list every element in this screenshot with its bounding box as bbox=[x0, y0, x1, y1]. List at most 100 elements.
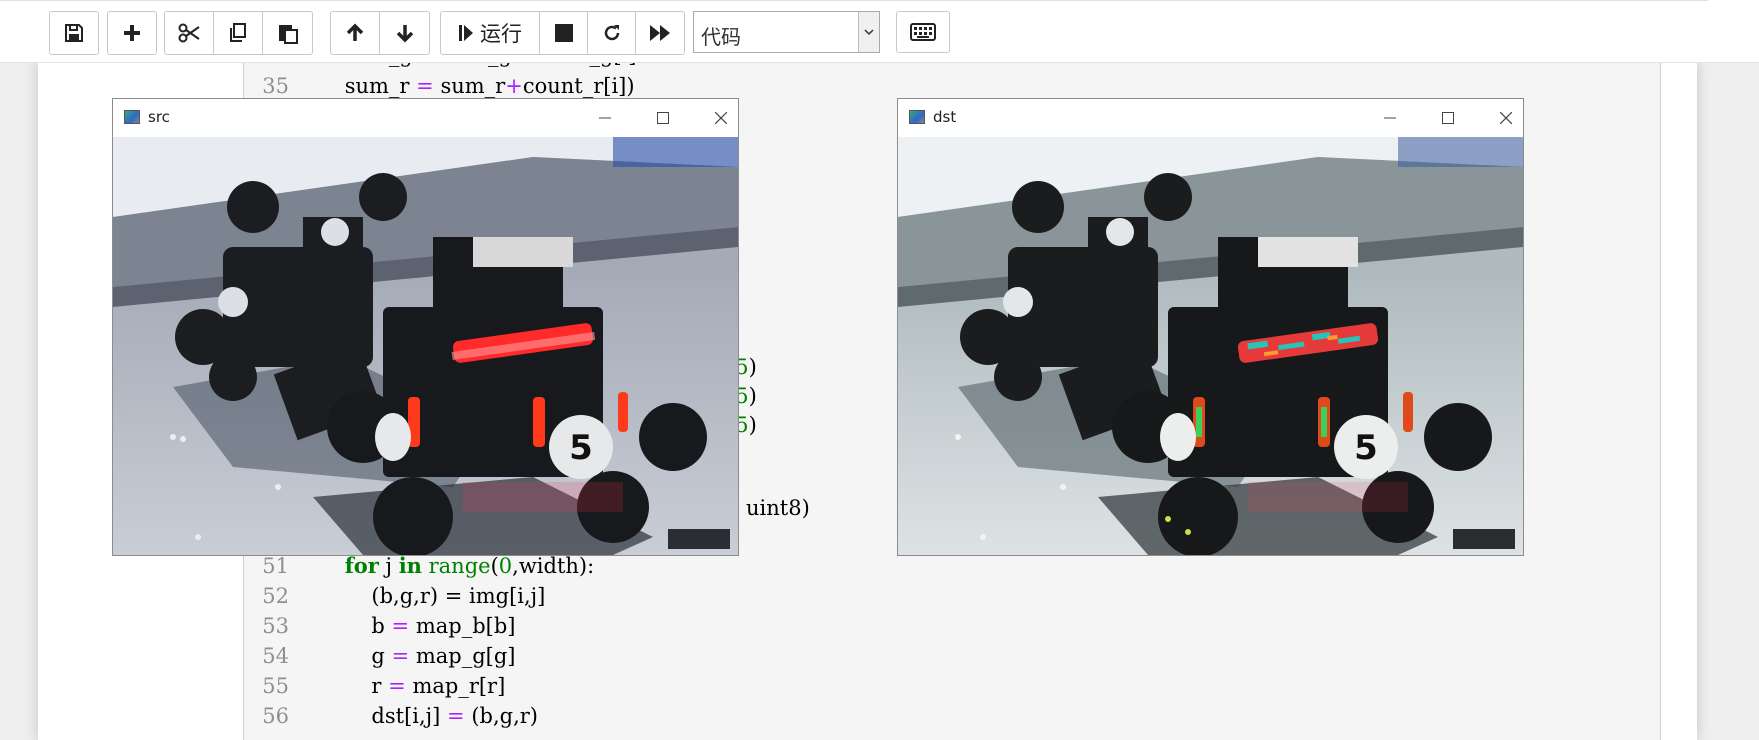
interrupt-button[interactable] bbox=[540, 12, 588, 54]
save-button[interactable] bbox=[50, 12, 98, 54]
operator-token: = bbox=[388, 674, 406, 698]
code-line-53: 53 b = map_b[b] bbox=[243, 611, 1443, 641]
move-group bbox=[330, 11, 430, 55]
code-line-54: 54 g = map_g[g] bbox=[243, 641, 1443, 671]
line-number: 56 bbox=[262, 704, 289, 728]
refresh-icon bbox=[604, 25, 619, 41]
code-token: ) bbox=[748, 413, 757, 437]
notebook-toolbar: 运行 代码 bbox=[0, 0, 1759, 63]
maximize-icon bbox=[1442, 112, 1454, 124]
copy-icon bbox=[230, 23, 246, 42]
cut-button[interactable] bbox=[165, 12, 214, 54]
line-number: 52 bbox=[262, 584, 289, 608]
copy-button[interactable] bbox=[214, 12, 263, 54]
arrow-down-icon bbox=[396, 25, 413, 43]
window-app-icon bbox=[909, 110, 925, 124]
maximize-button[interactable] bbox=[1433, 105, 1463, 131]
dst-titlebar[interactable]: dst bbox=[898, 99, 1523, 137]
run-button[interactable]: 运行 bbox=[441, 12, 540, 54]
src-titlebar[interactable]: src bbox=[113, 99, 738, 137]
minimize-button[interactable] bbox=[1375, 105, 1405, 131]
window-title: src bbox=[148, 108, 170, 126]
close-icon bbox=[715, 112, 727, 124]
code-text: (b,g,r) = img[i,j] bbox=[371, 584, 546, 608]
line-number: 53 bbox=[262, 614, 289, 638]
line-number: 35 bbox=[262, 74, 289, 98]
code-token: map_b[b] bbox=[415, 614, 516, 638]
code-fragment-uint8: uint8) bbox=[746, 496, 810, 520]
paste-icon bbox=[278, 25, 298, 44]
paste-button[interactable] bbox=[263, 12, 312, 54]
line-number: 54 bbox=[262, 644, 289, 668]
dropdown-arrow[interactable] bbox=[858, 12, 879, 52]
toolbar-top-border bbox=[0, 0, 1708, 1]
step-forward-icon bbox=[459, 25, 473, 41]
window-title: dst bbox=[933, 108, 957, 126]
arrow-up-icon bbox=[346, 23, 364, 41]
src-image: 5 bbox=[113, 137, 738, 555]
minimize-icon bbox=[1384, 117, 1396, 119]
keyword-token: for bbox=[344, 553, 379, 578]
code-line-35: 35 sum_r = sum_r+count_r[i]) bbox=[243, 71, 1443, 101]
close-button[interactable] bbox=[706, 105, 736, 131]
builtin-token: range bbox=[421, 554, 491, 578]
robot-number-label: 5 bbox=[1354, 428, 1378, 468]
code-token: map_g[g] bbox=[415, 644, 516, 668]
restart-button[interactable] bbox=[588, 12, 636, 54]
cell-type-value: 代码 bbox=[701, 25, 741, 49]
operator-token: = bbox=[447, 704, 465, 728]
code-token: count_r[i]) bbox=[522, 74, 635, 98]
scissors-icon bbox=[178, 23, 200, 43]
save-icon bbox=[65, 24, 83, 42]
code-token: ) bbox=[748, 384, 757, 408]
save-group bbox=[49, 11, 99, 55]
operator-token: + bbox=[505, 74, 523, 98]
number-token: 0 bbox=[498, 554, 513, 578]
dst-window[interactable]: dst 5 bbox=[897, 98, 1524, 556]
keyboard-shortcuts-button[interactable] bbox=[896, 11, 950, 53]
dst-image: 5 bbox=[898, 137, 1523, 555]
code-token: b bbox=[371, 614, 385, 638]
operator-token: = bbox=[391, 644, 410, 668]
code-token: ( bbox=[490, 554, 499, 578]
edit-group bbox=[164, 11, 313, 55]
run-label: 运行 bbox=[480, 22, 522, 46]
code-token: ,width): bbox=[512, 554, 595, 578]
src-window[interactable]: src 5 bbox=[112, 98, 739, 556]
code-line-52: 52 (b,g,r) = img[i,j] bbox=[243, 581, 1443, 611]
code-line-56: 56 dst[i,j] = (b,g,r) bbox=[243, 701, 1443, 731]
plus-icon bbox=[124, 25, 140, 41]
maximize-icon bbox=[657, 112, 669, 124]
code-token: g bbox=[371, 644, 385, 668]
run-group: 运行 bbox=[440, 11, 685, 55]
maximize-button[interactable] bbox=[648, 105, 678, 131]
keyword-token: in bbox=[398, 553, 422, 578]
code-token: sum_r bbox=[344, 74, 410, 98]
stop-icon bbox=[554, 24, 573, 42]
code-line-55: 55 r = map_r[r] bbox=[243, 671, 1443, 701]
code-token: r bbox=[371, 674, 382, 698]
minimize-icon bbox=[599, 117, 611, 119]
code-token: map_r[r] bbox=[412, 674, 506, 698]
close-button[interactable] bbox=[1491, 105, 1521, 131]
window-app-icon bbox=[124, 110, 140, 124]
operator-token: = bbox=[391, 614, 410, 638]
insert-group bbox=[107, 11, 157, 55]
keyboard-icon bbox=[910, 23, 936, 41]
move-up-button[interactable] bbox=[331, 12, 380, 54]
code-token: (b,g,r) bbox=[471, 704, 539, 728]
restart-run-all-button[interactable] bbox=[636, 12, 684, 54]
code-token: sum_r bbox=[440, 74, 506, 98]
minimize-button[interactable] bbox=[590, 105, 620, 131]
close-icon bbox=[1500, 112, 1512, 124]
insert-cell-button[interactable] bbox=[108, 12, 156, 54]
robot-number-label: 5 bbox=[569, 428, 593, 468]
code-token: j bbox=[378, 554, 399, 578]
chevron-down-icon bbox=[864, 29, 874, 36]
code-token: dst[i,j] bbox=[371, 704, 441, 728]
line-number: 55 bbox=[262, 674, 289, 698]
operator-token: = bbox=[416, 74, 434, 98]
cell-type-select[interactable]: 代码 bbox=[693, 11, 880, 53]
code-token: ) bbox=[748, 355, 757, 379]
move-down-button[interactable] bbox=[380, 12, 429, 54]
